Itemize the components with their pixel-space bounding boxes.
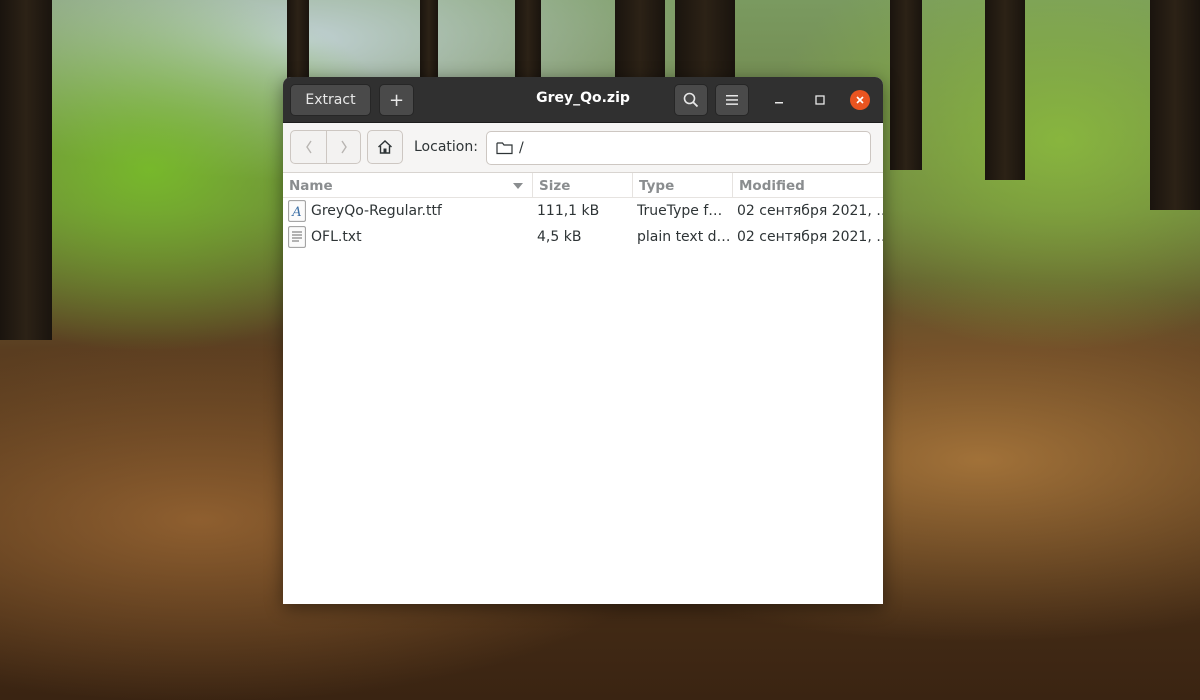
location-toolbar: Location: / bbox=[283, 123, 883, 173]
maximize-button[interactable] bbox=[810, 90, 830, 110]
file-name: GreyQo-Regular.ttf bbox=[311, 203, 442, 219]
file-name: OFL.txt bbox=[311, 229, 362, 245]
column-header-size[interactable]: Size bbox=[533, 173, 633, 198]
menu-button[interactable] bbox=[715, 84, 749, 116]
file-modified: 02 сентября 2021, … bbox=[737, 229, 883, 245]
column-size-label: Size bbox=[539, 177, 571, 194]
search-button[interactable] bbox=[674, 84, 708, 116]
column-header-type[interactable]: Type bbox=[633, 173, 733, 198]
window-title: Grey_Qo.zip bbox=[536, 90, 630, 106]
tree-trunk bbox=[985, 0, 1025, 180]
svg-text:A: A bbox=[291, 205, 301, 220]
minimize-button[interactable] bbox=[769, 90, 789, 110]
close-button[interactable] bbox=[850, 90, 870, 110]
plus-icon: + bbox=[388, 89, 405, 111]
header-bar: Extract + Grey_Qo.zip bbox=[283, 77, 883, 123]
table-row[interactable]: OFL.txt 4,5 kB plain text d… 02 сентября… bbox=[283, 224, 883, 250]
file-type: TrueType f… bbox=[637, 203, 723, 219]
forward-button[interactable] bbox=[326, 130, 361, 164]
column-header-name[interactable]: Name bbox=[283, 173, 533, 198]
column-header-modified[interactable]: Modified bbox=[733, 173, 883, 198]
minimize-icon bbox=[775, 102, 783, 104]
chevron-right-icon bbox=[340, 140, 347, 154]
back-button[interactable] bbox=[290, 130, 327, 164]
extract-button[interactable]: Extract bbox=[290, 84, 371, 116]
archive-manager-window: Extract + Grey_Qo.zip Location: / Name S… bbox=[283, 77, 883, 604]
extract-button-label: Extract bbox=[305, 92, 356, 108]
location-label: Location: bbox=[414, 139, 478, 155]
file-type: plain text d… bbox=[637, 229, 729, 245]
tree-trunk bbox=[0, 0, 52, 340]
file-modified: 02 сентября 2021, … bbox=[737, 203, 883, 219]
column-modified-label: Modified bbox=[739, 177, 805, 194]
chevron-left-icon bbox=[305, 140, 312, 154]
location-field[interactable]: / bbox=[486, 131, 871, 165]
tree-trunk bbox=[1150, 0, 1200, 210]
add-files-button[interactable]: + bbox=[379, 84, 414, 116]
table-row[interactable]: A GreyQo-Regular.ttf 111,1 kB TrueType f… bbox=[283, 198, 883, 224]
file-list: A GreyQo-Regular.ttf 111,1 kB TrueType f… bbox=[283, 198, 883, 250]
column-type-label: Type bbox=[639, 177, 675, 194]
tree-trunk bbox=[890, 0, 922, 170]
maximize-icon bbox=[815, 95, 825, 105]
sort-descending-icon bbox=[513, 183, 523, 189]
column-name-label: Name bbox=[289, 177, 333, 194]
file-size: 111,1 kB bbox=[537, 203, 600, 219]
location-path: / bbox=[519, 140, 524, 156]
font-file-icon: A bbox=[288, 200, 306, 222]
text-file-icon bbox=[288, 226, 306, 248]
file-size: 4,5 kB bbox=[537, 229, 582, 245]
folder-icon bbox=[496, 142, 513, 155]
close-icon bbox=[856, 96, 864, 104]
home-button[interactable] bbox=[367, 130, 403, 164]
file-list-header: Name Size Type Modified bbox=[283, 173, 883, 198]
home-icon bbox=[378, 140, 392, 154]
hamburger-menu-icon bbox=[726, 95, 738, 105]
search-icon bbox=[683, 92, 699, 108]
